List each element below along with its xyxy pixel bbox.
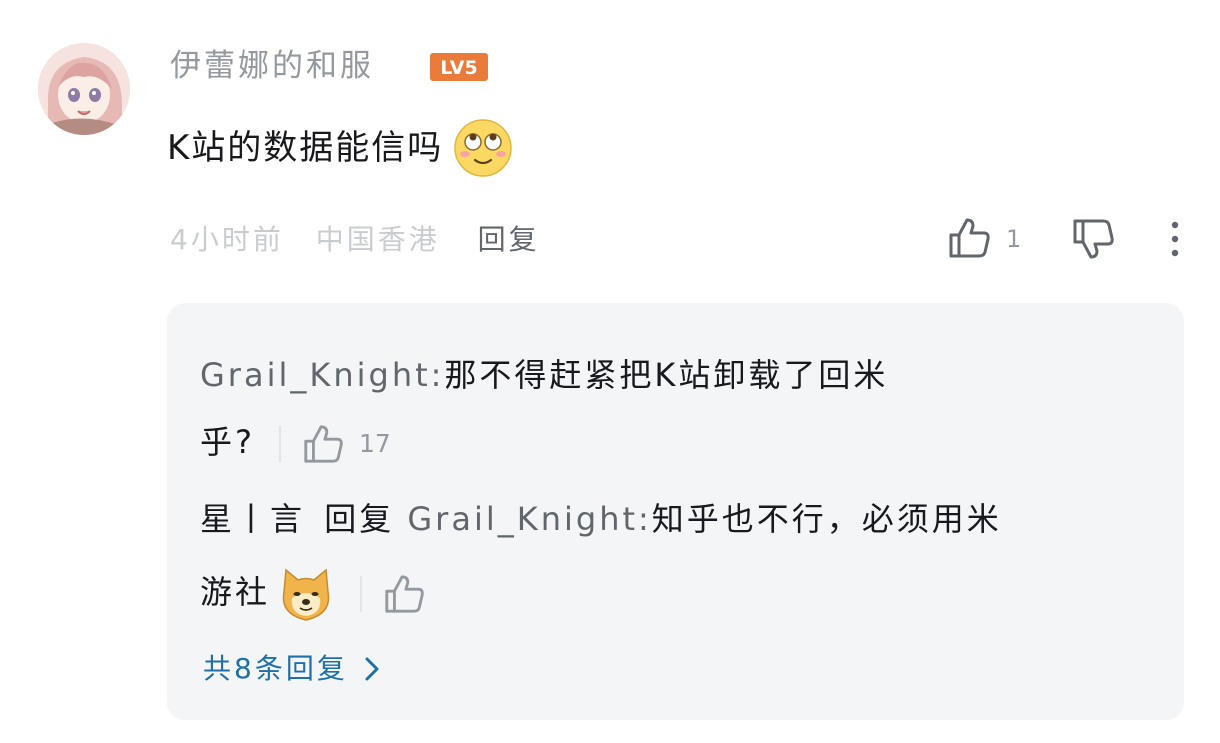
reply-button[interactable]: 回复 — [478, 223, 540, 256]
avatar[interactable] — [38, 43, 130, 135]
thumbs-up-icon[interactable] — [946, 215, 992, 261]
sub-reply-2-line1[interactable]: 星丨言 回复 Grail_Knight:知乎也不行，必须用米 — [200, 494, 1002, 544]
comment-text: K站的数据能信吗 — [167, 128, 444, 168]
comment-meta: 4小时前 中国香港 回复 — [170, 218, 540, 262]
like-count: 1 — [1006, 225, 1022, 253]
sub-reply-2-thumbs-up-icon[interactable] — [382, 572, 426, 616]
view-all-replies-label: 共8条回复 — [203, 652, 348, 685]
comment-content: K站的数据能信吗 — [167, 118, 513, 178]
sub-reply-1-line1[interactable]: Grail_Knight:那不得赶紧把K站卸载了回米 — [200, 350, 888, 400]
sub-reply-2-text-cont: 游社 — [200, 573, 271, 611]
sub-reply-1-thumbs-up-icon[interactable] — [301, 422, 345, 466]
level-badge-text: LV5 — [440, 57, 477, 79]
sub-reply-1-like-count: 17 — [359, 429, 391, 458]
level-badge: LV5 — [430, 53, 488, 81]
sub-reply-2-text: 知乎也不行，必须用米 — [651, 500, 1002, 538]
divider — [360, 576, 363, 612]
comment-username[interactable]: 伊蕾娜的和服 — [170, 44, 374, 88]
sub-reply-2-line2: 游社 — [200, 564, 426, 624]
avatar-image — [38, 43, 130, 135]
roll-eyes-emoji-icon — [454, 119, 513, 177]
thumbs-down-icon[interactable] — [1070, 215, 1118, 263]
more-icon[interactable] — [1160, 216, 1190, 262]
divider — [279, 426, 281, 462]
sub-reply-1-text-cont: 乎? — [200, 423, 255, 461]
view-all-replies-link[interactable]: 共8条回复 — [203, 645, 382, 693]
sub-reply-1-line2: 乎? 17 — [200, 417, 391, 469]
sub-reply-1-user[interactable]: Grail_Knight: — [200, 356, 444, 394]
sub-reply-2-reply-to[interactable]: Grail_Knight: — [407, 500, 651, 538]
chevron-right-icon — [365, 657, 379, 681]
sub-reply-2-user[interactable]: 星丨言 — [200, 500, 305, 538]
doge-emoji-icon — [282, 568, 330, 621]
comment-location: 中国香港 — [315, 223, 440, 256]
comment-time: 4小时前 — [170, 223, 284, 256]
sub-reply-1-text: 那不得赶紧把K站卸载了回米 — [444, 356, 889, 394]
sub-reply-2-reply-word: 回复 — [324, 500, 395, 538]
